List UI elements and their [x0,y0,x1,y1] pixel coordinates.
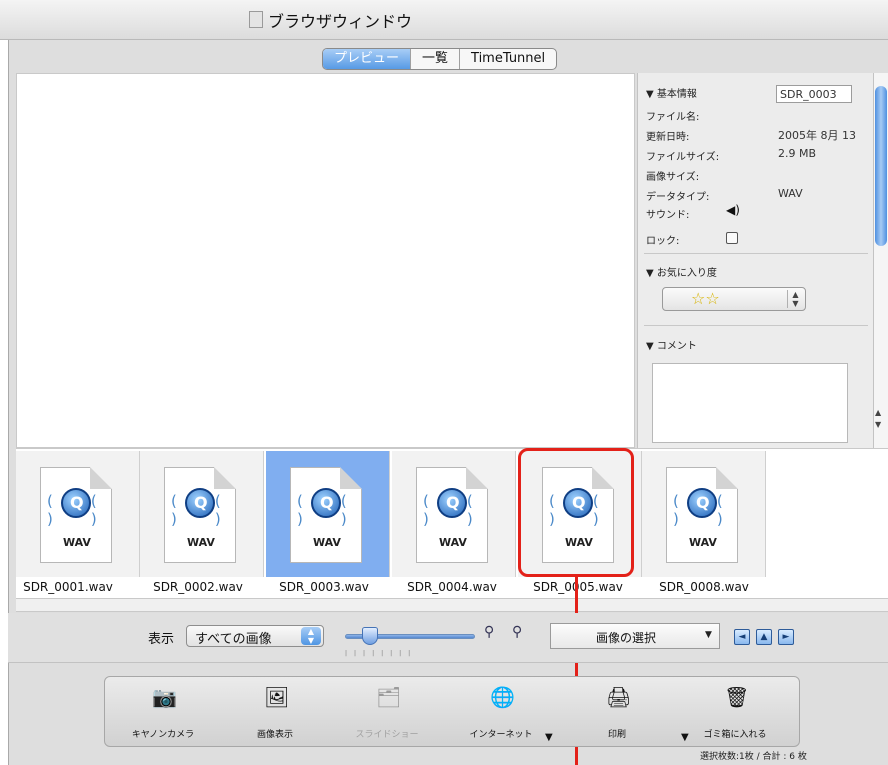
speaker-icon[interactable]: ◀) [726,203,740,217]
comment-header[interactable]: ▼ コメント [646,337,697,352]
datatype-label: データタイプ: [646,192,710,203]
thumbnail-filename: SDR_0008.wav [659,580,749,594]
thumbnail-item[interactable]: (( ))WAV [642,451,766,577]
display-label: 表示 [148,632,175,647]
lock-label: ロック: [646,236,680,247]
wav-file-icon: (( ))WAV [416,467,488,563]
image-view-icon: 🖼 [264,685,290,709]
thumbnail-filename: SDR_0002.wav [153,580,243,594]
datatype-value: WAV [778,187,803,200]
title-bar [0,0,888,40]
thumbnail-filename: SDR_0005.wav [516,580,640,594]
favorite-header[interactable]: ▼ お気に入り度 [646,264,717,279]
dropdown-arrow-icon: ▼ [705,630,712,640]
preview-area [16,73,635,448]
image-select-value: 画像の選択 [595,631,656,645]
print-icon: 🖨 [606,685,632,709]
scroll-down-icon[interactable]: ▼ [875,420,881,429]
filename-label: ファイル名: [646,112,700,123]
divider [644,253,868,254]
rotate-left-icon[interactable]: ◄ [734,629,750,645]
rotate-right-icon[interactable]: ► [778,629,794,645]
tab-list[interactable]: 一覧 [411,49,461,69]
modified-label: 更新日時: [646,132,690,143]
status-text: 選択枚数:1枚 / 合計 : 6 枚 [700,752,807,762]
scrollbar-thumb[interactable] [875,86,887,246]
wav-file-icon: (( ))WAV [164,467,236,563]
modified-value: 2005年 8月 13 [778,129,856,142]
filesize-label: ファイルサイズ: [646,152,720,163]
filesize-value: 2.9 MB [778,147,817,160]
rotate-icon[interactable]: ▲ [756,629,772,645]
camera-icon: 📷 [152,685,177,709]
lock-checkbox[interactable] [726,232,738,244]
internet-icon: 🌐 [490,685,515,709]
print-button[interactable]: 🖨 印刷 [571,677,663,748]
internet-button[interactable]: 🌐 インターネット [455,677,547,748]
view-tabs: プレビュー 一覧 TimeTunnel [322,48,558,70]
thumbnail-item-selected[interactable]: (( ))WAV [266,451,390,577]
document-icon [249,11,263,28]
filename-field[interactable] [776,85,852,103]
highlight-box [518,448,634,577]
updown-arrow-icon: ▲ ▼ [787,290,803,308]
tab-preview[interactable]: プレビュー [323,49,412,69]
toolbar: 📷 キヤノンカメラ 🖼 画像表示 🗂 スライドショー 🌐 インターネット ▼ 🖨… [104,676,800,747]
thumbnail-item[interactable]: (( ))WAV [16,451,140,577]
zoom-in-icon[interactable]: ⚲ [512,624,522,640]
slideshow-icon: 🗂 [376,685,402,709]
sound-label: サウンド: [646,210,690,221]
slideshow-button[interactable]: 🗂 スライドショー [341,677,433,748]
wav-file-icon: (( ))WAV [40,467,112,563]
thumbnail-scrollbar[interactable] [16,598,888,612]
slider-ticks: |||||||| [345,650,418,657]
window-title: ブラウザウィンドウ [268,12,413,31]
print-menu-arrow-icon[interactable]: ▼ [681,732,689,743]
thumbnail-item[interactable]: (( ))WAV [140,451,264,577]
thumbnail-filename: SDR_0003.wav [279,580,369,594]
slider-knob[interactable] [362,627,378,645]
thumbnail-filename: SDR_0004.wav [407,580,497,594]
display-filter-value: すべての画像 [195,632,272,647]
thumbnail-item[interactable]: (( ))WAV [392,451,516,577]
basic-info-header[interactable]: ▼ 基本情報 [646,85,697,100]
star-icon: ☆☆ [691,289,720,308]
favorite-rating-popup[interactable]: ☆☆ ▲ ▼ [662,287,806,311]
wav-file-icon: (( ))WAV [666,467,738,563]
comment-field[interactable] [652,363,848,443]
display-filter-select[interactable]: すべての画像 ▲ ▼ [186,625,324,647]
thumbnail-filename: SDR_0001.wav [23,580,113,594]
info-panel: ▼ 基本情報 ファイル名: 更新日時: 2005年 8月 13 ファイルサイズ:… [637,73,873,448]
zoom-out-icon[interactable]: ⚲ [484,624,494,640]
image-view-button[interactable]: 🖼 画像表示 [229,677,321,748]
tab-timetunnel[interactable]: TimeTunnel [460,49,556,69]
internet-menu-arrow-icon[interactable]: ▼ [545,732,553,743]
wav-file-icon: (( ))WAV [290,467,362,563]
image-select-dropdown[interactable]: 画像の選択 ▼ [550,623,720,649]
divider [644,325,868,326]
updown-arrow-icon: ▲ ▼ [301,627,321,645]
canon-camera-button[interactable]: 📷 キヤノンカメラ [117,677,209,748]
trash-button[interactable]: 🗑 ゴミ箱に入れる [689,677,781,748]
scroll-up-icon[interactable]: ▲ [875,408,881,417]
image-size-label: 画像サイズ: [646,172,700,183]
trash-icon: 🗑 [724,685,750,709]
